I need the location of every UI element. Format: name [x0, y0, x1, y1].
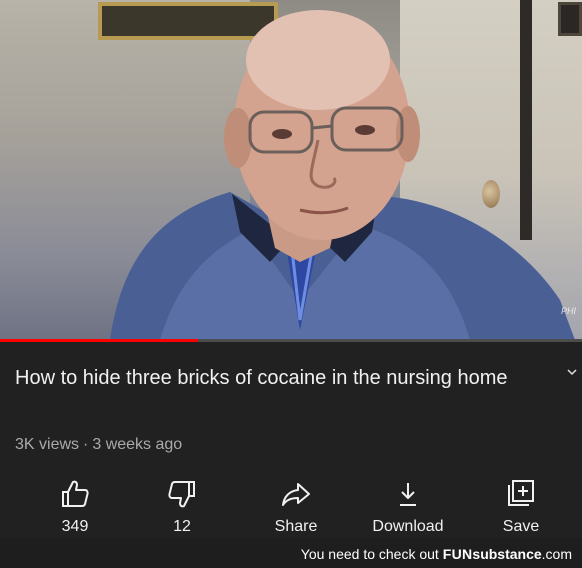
watermark-brand-fun: FUN: [442, 546, 473, 562]
share-button[interactable]: Share: [241, 474, 351, 538]
download-label: Download: [372, 518, 444, 535]
like-count: 349: [61, 518, 89, 535]
save-label: Save: [502, 518, 540, 535]
watermark-text: You need to check out FUNsubstance.com: [301, 546, 572, 562]
thumbs-down-icon: [168, 481, 195, 508]
site-watermark-bar: You need to check out FUNsubstance.com: [0, 538, 582, 568]
share-label: Share: [274, 518, 318, 535]
video-player[interactable]: PHI: [0, 0, 582, 340]
dislike-button[interactable]: 12: [127, 474, 237, 538]
video-watermark: PHI: [560, 306, 576, 316]
share-icon: [282, 483, 310, 506]
video-title[interactable]: How to hide three bricks of cocaine in t…: [15, 364, 550, 393]
watermark-brand-substance: substance: [472, 546, 542, 562]
save-button[interactable]: Save: [466, 474, 576, 538]
upload-age: 3 weeks ago: [92, 436, 183, 453]
video-progress-bar[interactable]: [0, 339, 582, 342]
video-progress-fill: [0, 339, 198, 342]
dislike-count: 12: [173, 518, 191, 535]
elderly-man-figure: [110, 10, 575, 340]
save-playlist-icon: [508, 480, 534, 506]
watermark-brand-suffix: .com: [541, 546, 572, 562]
like-button[interactable]: 349: [20, 474, 130, 538]
video-metadata: 3K views · 3 weeks ago: [15, 436, 182, 454]
action-bar: 349 12 Share Download Save: [0, 474, 582, 538]
download-button[interactable]: Download: [353, 474, 463, 538]
meta-separator: ·: [83, 436, 89, 453]
download-icon: [400, 483, 416, 506]
view-count: 3K views: [15, 436, 80, 453]
chevron-down-icon[interactable]: [566, 366, 578, 378]
watermark-prefix: You need to check out: [300, 546, 439, 562]
thumbs-up-icon: [62, 480, 89, 507]
